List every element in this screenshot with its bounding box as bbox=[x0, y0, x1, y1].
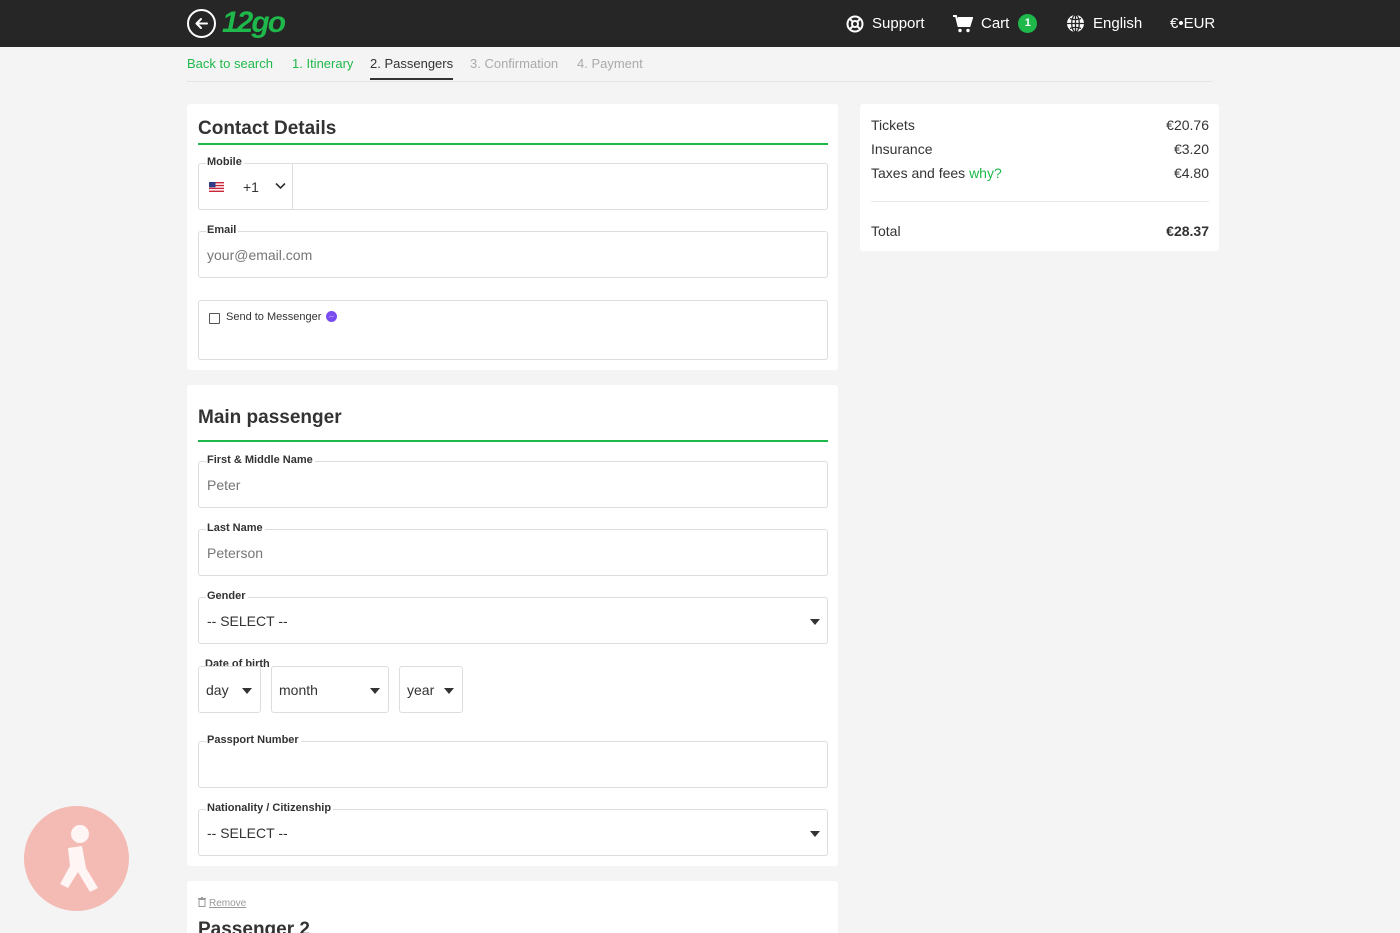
messenger-icon bbox=[326, 311, 338, 322]
insurance-row: Insurance €3.20 bbox=[871, 141, 1209, 157]
us-flag-icon bbox=[209, 182, 224, 192]
nationality-select[interactable]: Nationality / Citizenship -- SELECT -- bbox=[198, 802, 828, 856]
tickets-value: €20.76 bbox=[1166, 117, 1209, 133]
lifebuoy-icon bbox=[846, 15, 864, 32]
mobile-field[interactable]: Mobile +1 bbox=[198, 156, 828, 210]
step-confirmation: 3. Confirmation bbox=[470, 56, 559, 71]
booking-steps: Back to search 1. Itinerary 2. Passenger… bbox=[187, 47, 1212, 82]
messenger-checkbox[interactable] bbox=[209, 313, 220, 324]
email-field[interactable]: Email your@email.com bbox=[198, 224, 828, 278]
total-row: Total €28.37 bbox=[871, 223, 1209, 239]
gender-select[interactable]: Gender -- SELECT -- bbox=[198, 590, 828, 644]
dob-day-select[interactable]: day bbox=[198, 666, 261, 713]
support-link[interactable]: Support bbox=[846, 0, 925, 47]
language-selector[interactable]: English bbox=[1066, 0, 1142, 47]
support-label: Support bbox=[872, 15, 925, 32]
cart-icon bbox=[953, 14, 973, 32]
cart-link[interactable]: Cart 1 bbox=[953, 0, 1038, 47]
gender-label: Gender bbox=[206, 590, 248, 602]
watermark-logo bbox=[24, 806, 129, 911]
main-passenger-card: Main passenger First & Middle Name Peter… bbox=[187, 385, 838, 866]
passenger-2-card: Remove Passenger 2 bbox=[187, 881, 838, 933]
first-name-label: First & Middle Name bbox=[206, 454, 315, 466]
currency-label: €•EUR bbox=[1170, 15, 1216, 32]
passenger-2-title: Passenger 2 bbox=[198, 919, 310, 933]
price-summary-card: Tickets €20.76 Insurance €3.20 Taxes and… bbox=[860, 104, 1219, 251]
last-name-label: Last Name bbox=[206, 522, 265, 534]
chevron-down-icon bbox=[275, 182, 286, 190]
taxes-value: €4.80 bbox=[1173, 165, 1209, 181]
step-itinerary[interactable]: 1. Itinerary bbox=[292, 56, 353, 71]
last-name-field[interactable]: Last Name Peterson bbox=[198, 522, 828, 576]
back-to-search-link[interactable]: Back to search bbox=[187, 56, 273, 71]
cart-count-badge: 1 bbox=[1018, 14, 1038, 33]
nationality-value: -- SELECT -- bbox=[207, 825, 288, 841]
trash-icon bbox=[198, 897, 206, 907]
last-name-input[interactable]: Peterson bbox=[207, 545, 263, 561]
dob-year-value: year bbox=[407, 682, 435, 698]
language-label: English bbox=[1093, 15, 1143, 32]
contact-details-card: Contact Details Mobile +1 Email your@ema… bbox=[187, 104, 838, 370]
email-label: Email bbox=[206, 224, 239, 236]
dropdown-caret-icon bbox=[444, 688, 454, 694]
dropdown-caret-icon bbox=[242, 688, 252, 694]
insurance-value: €3.20 bbox=[1173, 141, 1209, 157]
title-divider bbox=[198, 440, 828, 442]
cart-label: Cart bbox=[981, 15, 1010, 32]
country-code-select[interactable]: +1 bbox=[199, 164, 293, 209]
top-bar: 12go Support Cart 1 English €•EUR bbox=[0, 0, 1400, 47]
step-payment: 4. Payment bbox=[577, 56, 643, 71]
currency-selector[interactable]: €•EUR bbox=[1170, 0, 1215, 47]
main-passenger-title: Main passenger bbox=[198, 407, 342, 428]
summary-divider bbox=[871, 201, 1209, 202]
dob-month-value: month bbox=[279, 682, 318, 698]
passport-field[interactable]: Passport Number bbox=[198, 734, 828, 788]
back-arrow-icon[interactable] bbox=[187, 9, 216, 38]
remove-passenger-link[interactable]: Remove bbox=[198, 897, 246, 909]
tickets-row: Tickets €20.76 bbox=[871, 117, 1209, 133]
total-value: €28.37 bbox=[1166, 223, 1209, 239]
dropdown-caret-icon bbox=[810, 831, 820, 837]
first-name-field[interactable]: First & Middle Name Peter bbox=[198, 454, 828, 508]
passport-label: Passport Number bbox=[206, 734, 301, 746]
step-passengers[interactable]: 2. Passengers bbox=[370, 56, 454, 80]
taxes-why-link[interactable]: why? bbox=[969, 165, 1002, 181]
taxes-row: Taxes and fees why? €4.80 bbox=[871, 165, 1209, 181]
insurance-label: Insurance bbox=[871, 141, 933, 157]
first-name-input[interactable]: Peter bbox=[207, 477, 240, 493]
total-label: Total bbox=[871, 223, 901, 239]
site-logo[interactable]: 12go bbox=[222, 5, 286, 41]
taxes-label: Taxes and fees bbox=[871, 165, 966, 181]
title-divider bbox=[198, 143, 828, 145]
messenger-option-box: Send to Messenger bbox=[198, 300, 828, 360]
contact-details-title: Contact Details bbox=[198, 118, 337, 139]
country-code-value: +1 bbox=[243, 179, 259, 195]
gender-value: -- SELECT -- bbox=[207, 613, 288, 629]
messenger-label: Send to Messenger bbox=[226, 311, 338, 323]
dob-month-select[interactable]: month bbox=[271, 666, 389, 713]
nationality-label: Nationality / Citizenship bbox=[206, 802, 334, 814]
dob-year-select[interactable]: year bbox=[399, 666, 463, 713]
dropdown-caret-icon bbox=[810, 619, 820, 625]
tickets-label: Tickets bbox=[871, 117, 915, 133]
dob-day-value: day bbox=[206, 682, 229, 698]
globe-icon bbox=[1067, 14, 1084, 33]
email-input[interactable]: your@email.com bbox=[207, 247, 312, 263]
dropdown-caret-icon bbox=[370, 688, 380, 694]
